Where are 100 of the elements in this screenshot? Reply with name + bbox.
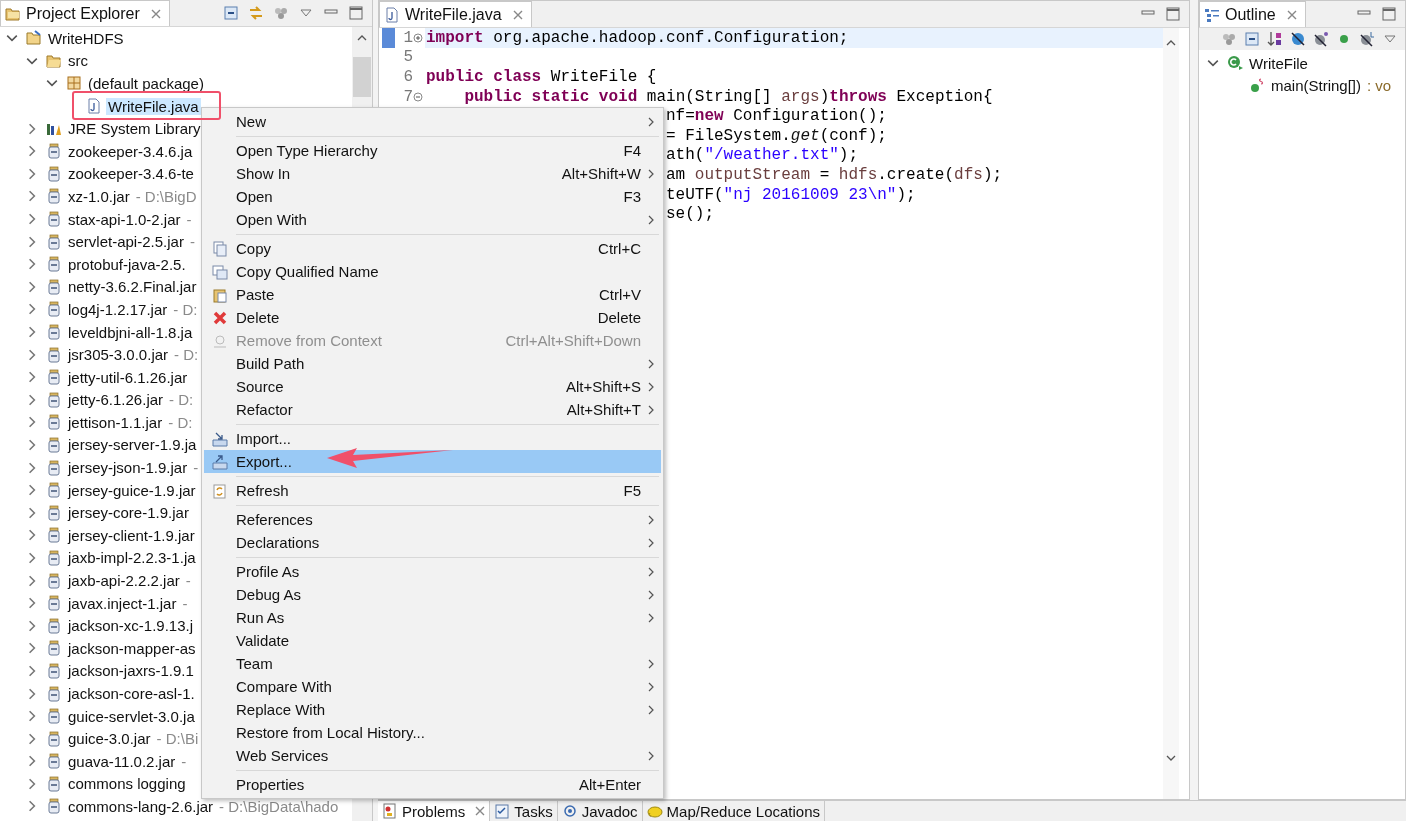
tree-item[interactable]: jersey-json-1.9.jar: [66, 459, 190, 477]
chevron-icon[interactable]: [26, 393, 38, 406]
menu-item[interactable]: Copy Qualified Name: [204, 260, 661, 283]
scroll-thumb[interactable]: [353, 57, 371, 97]
panel-tab[interactable]: Problems: [378, 801, 491, 821]
close-icon[interactable]: [1286, 9, 1297, 20]
tree-item[interactable]: jetty-6.1.26.jar: [66, 391, 166, 409]
tree-item[interactable]: log4j-1.2.17.jar: [66, 300, 170, 318]
tree-item[interactable]: jackson-mapper-as: [66, 639, 198, 657]
chevron-icon[interactable]: [26, 800, 38, 813]
tree-item[interactable]: jackson-xc-1.9.13.j: [66, 617, 196, 635]
tree-item[interactable]: WriteFile: [1247, 54, 1310, 72]
menu-item[interactable]: References: [204, 508, 661, 531]
menu-item[interactable]: Delete Delete: [204, 306, 661, 329]
menu-item[interactable]: Team: [204, 652, 661, 675]
menu-item[interactable]: Show In Alt+Shift+W: [204, 162, 661, 185]
cluster-icon[interactable]: [273, 5, 289, 21]
tree-item[interactable]: src: [66, 52, 90, 70]
tree-item[interactable]: jaxb-impl-2.2.3-1.ja: [66, 549, 198, 567]
chevron-icon[interactable]: [26, 642, 38, 655]
menu-item[interactable]: Source Alt+Shift+S: [204, 375, 661, 398]
tree-item[interactable]: jersey-core-1.9.jar: [66, 504, 191, 522]
editor-tab[interactable]: WriteFile.java: [379, 1, 532, 27]
collapse-fold-icon[interactable]: [413, 91, 423, 102]
chevron-icon[interactable]: [26, 506, 38, 519]
chevron-icon[interactable]: [26, 416, 38, 429]
tree-item[interactable]: commons-lang-2.6.jar: [66, 798, 216, 815]
chevron-icon[interactable]: [26, 122, 38, 135]
scrollbar[interactable]: [1163, 28, 1179, 799]
scroll-down-icon[interactable]: [1166, 753, 1176, 763]
tree-item[interactable]: guice-servlet-3.0.ja: [66, 707, 197, 725]
menu-item[interactable]: Restore from Local History...: [204, 721, 661, 744]
panel-tab[interactable]: Map/Reduce Locations: [642, 801, 825, 821]
menu-item[interactable]: Refactor Alt+Shift+T: [204, 398, 661, 421]
tree-item[interactable]: jackson-core-asl-1.: [66, 685, 197, 702]
tree-item[interactable]: jsr305-3.0.0.jar: [66, 346, 171, 364]
tree-item[interactable]: WriteFile.java: [106, 97, 201, 115]
panel-tab[interactable]: Javadoc: [557, 801, 643, 821]
chevron-icon[interactable]: [26, 687, 38, 700]
tree-item[interactable]: jersey-client-1.9.jar: [66, 526, 197, 544]
menu-item[interactable]: Copy Ctrl+C: [204, 237, 661, 260]
tree-item[interactable]: netty-3.6.2.Final.jar: [66, 278, 199, 296]
chevron-icon[interactable]: [26, 258, 38, 271]
close-icon[interactable]: [475, 806, 486, 816]
tree-item[interactable]: main(String[]): [1269, 77, 1364, 95]
maximize-icon[interactable]: [1165, 6, 1181, 22]
maximize-icon[interactable]: [348, 5, 364, 21]
link-arrows-icon[interactable]: [248, 5, 264, 21]
menu-item[interactable]: Open F3: [204, 185, 661, 208]
menu-item[interactable]: Compare With: [204, 675, 661, 698]
tree-item[interactable]: servlet-api-2.5.jar: [66, 233, 186, 251]
chevron-icon[interactable]: [26, 619, 38, 632]
hide-fields-icon[interactable]: [1290, 31, 1306, 47]
close-icon[interactable]: [150, 8, 161, 19]
tree-item[interactable]: jettison-1.1.jar: [66, 413, 165, 431]
close-icon[interactable]: [512, 9, 523, 20]
chevron-icon[interactable]: [26, 755, 38, 768]
menu-item[interactable]: Declarations: [204, 531, 661, 554]
menu-item[interactable]: New: [204, 110, 661, 133]
menu-item[interactable]: Export...: [204, 450, 661, 473]
maximize-icon[interactable]: [1381, 6, 1397, 22]
collapse-all-icon[interactable]: [223, 5, 239, 21]
view-tab[interactable]: Outline: [1199, 1, 1306, 27]
menu-item[interactable]: Build Path: [204, 352, 661, 375]
tree-item[interactable]: leveldbjni-all-1.8.ja: [66, 323, 195, 341]
chevron-icon[interactable]: [26, 777, 38, 790]
menu-item[interactable]: Run As: [204, 606, 661, 629]
chevron-icon[interactable]: [26, 484, 38, 497]
hide-local-icon[interactable]: [1359, 31, 1375, 47]
chevron-icon[interactable]: [26, 190, 38, 203]
tree-item[interactable]: WriteHDFS: [46, 29, 126, 47]
tree-item[interactable]: stax-api-1.0-2.jar: [66, 210, 183, 228]
tree-item[interactable]: jackson-jaxrs-1.9.1: [66, 662, 196, 680]
menu-item[interactable]: Paste Ctrl+V: [204, 283, 661, 306]
chevron-icon[interactable]: [26, 710, 38, 723]
menu-item[interactable]: Debug As: [204, 583, 661, 606]
menu-item[interactable]: Validate: [204, 629, 661, 652]
tree-item[interactable]: JRE System Library: [66, 120, 203, 138]
scroll-up-icon[interactable]: [357, 33, 367, 43]
tree-item[interactable]: guice-3.0.jar: [66, 730, 153, 748]
chevron-icon[interactable]: [26, 732, 38, 745]
tree-item[interactable]: guava-11.0.2.jar: [66, 752, 178, 770]
tree-item[interactable]: protobuf-java-2.5.: [66, 255, 188, 273]
chevron-icon[interactable]: [26, 213, 38, 226]
chevron-icon[interactable]: [26, 145, 38, 158]
scroll-up-icon[interactable]: [1166, 38, 1176, 48]
chevron-icon[interactable]: [26, 439, 38, 451]
chevron-icon[interactable]: [26, 280, 38, 293]
tree-item[interactable]: zookeeper-3.4.6-te: [66, 165, 196, 183]
chevron-icon[interactable]: [26, 597, 38, 610]
hide-static-icon[interactable]: [1313, 31, 1329, 47]
menu-item[interactable]: Profile As: [204, 560, 661, 583]
tree-item[interactable]: jetty-util-6.1.26.jar: [66, 368, 190, 386]
chevron-icon[interactable]: [26, 371, 38, 384]
tree-item[interactable]: commons logging: [66, 775, 188, 793]
chevron-icon[interactable]: [26, 461, 38, 474]
chevron-icon[interactable]: [26, 303, 38, 316]
menu-item[interactable]: Web Services: [204, 744, 661, 767]
chevron-icon[interactable]: [26, 551, 38, 564]
chevron-icon[interactable]: [26, 167, 38, 180]
